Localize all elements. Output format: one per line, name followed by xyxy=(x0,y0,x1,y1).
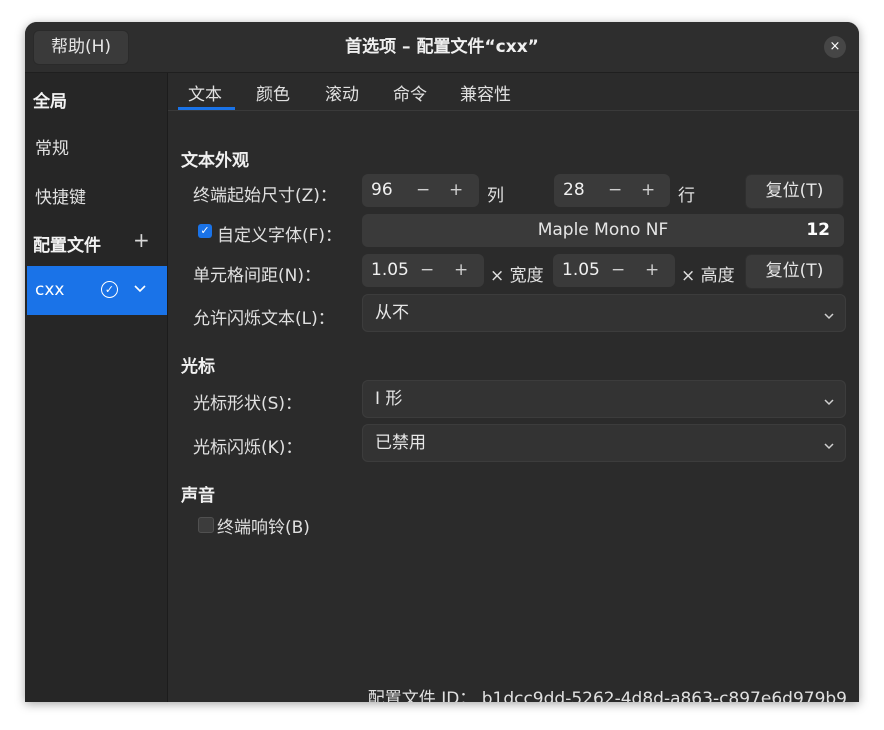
custom-font-checkbox[interactable]: ✓ xyxy=(198,224,212,238)
cell-width-increment-button[interactable]: + xyxy=(454,254,468,287)
blink-text-value: 从不 xyxy=(375,303,409,323)
cursor-shape-label: 光标形状(S)： xyxy=(193,394,303,414)
chevron-down-icon xyxy=(823,307,835,326)
sidebar: 全局 常规 快捷键 配置文件 + cxx ✓ xyxy=(25,73,168,702)
section-title-text-appearance: 文本外观 xyxy=(181,151,249,171)
rows-stepper[interactable]: 28 − + xyxy=(554,174,670,207)
terminal-bell-checkbox[interactable] xyxy=(198,517,214,533)
initial-size-label: 终端起始尺寸(Z)： xyxy=(193,186,337,206)
custom-font-label: 自定义字体(F)： xyxy=(217,226,343,246)
help-button[interactable]: 帮助(H) xyxy=(33,30,129,65)
columns-increment-button[interactable]: + xyxy=(449,174,463,207)
tab-colors[interactable]: 颜色 xyxy=(256,80,290,105)
cell-height-value[interactable]: 1.05 xyxy=(562,254,600,287)
cell-width-value[interactable]: 1.05 xyxy=(371,254,409,287)
chevron-down-icon[interactable] xyxy=(133,280,147,299)
font-chooser-button[interactable]: Maple Mono NF 12 xyxy=(362,214,844,247)
preferences-window: 首选项 – 配置文件“cxx” 帮助(H) × 全局 常规 快捷键 配置文件 +… xyxy=(25,22,859,702)
rows-unit: 行 xyxy=(678,186,695,206)
main-content: 文本 颜色 滚动 命令 兼容性 文本外观 终端起始尺寸(Z)： 96 − + 列… xyxy=(168,73,859,702)
close-icon: × xyxy=(829,39,841,54)
add-profile-button[interactable]: + xyxy=(133,230,150,250)
blink-text-dropdown[interactable]: 从不 xyxy=(362,294,846,332)
rows-decrement-button[interactable]: − xyxy=(608,174,622,207)
cell-height-unit: × 高度 xyxy=(681,266,735,286)
columns-value[interactable]: 96 xyxy=(371,174,393,207)
sidebar-item-profile-cxx[interactable]: cxx ✓ xyxy=(27,266,167,315)
cursor-shape-dropdown[interactable]: I 形 xyxy=(362,380,846,418)
columns-unit: 列 xyxy=(487,186,504,206)
tab-text[interactable]: 文本 xyxy=(188,80,222,105)
cursor-blink-dropdown[interactable]: 已禁用 xyxy=(362,424,846,462)
cursor-blink-label: 光标闪烁(K)： xyxy=(193,438,303,458)
default-check-icon: ✓ xyxy=(101,281,118,298)
terminal-bell-label: 终端响铃(B) xyxy=(217,518,310,538)
cell-height-decrement-button[interactable]: − xyxy=(611,254,625,287)
cell-height-stepper[interactable]: 1.05 − + xyxy=(553,254,675,287)
blink-text-label: 允许闪烁文本(L)： xyxy=(193,309,335,329)
cursor-blink-value: 已禁用 xyxy=(375,433,426,453)
font-name: Maple Mono NF xyxy=(537,220,669,240)
close-button[interactable]: × xyxy=(824,36,846,58)
chevron-down-icon xyxy=(823,437,835,456)
sidebar-header-global: 全局 xyxy=(33,92,67,112)
cursor-shape-value: I 形 xyxy=(375,389,403,409)
columns-decrement-button[interactable]: − xyxy=(416,174,430,207)
tab-command[interactable]: 命令 xyxy=(393,80,427,105)
tab-compatibility[interactable]: 兼容性 xyxy=(460,80,511,105)
sidebar-header-profiles: 配置文件 xyxy=(33,236,101,256)
profile-id: 配置文件 ID： b1dcc9dd-5262-4d8d-a863-c897e6d… xyxy=(367,689,847,702)
rows-value[interactable]: 28 xyxy=(563,174,585,207)
cell-spacing-label: 单元格间距(N)： xyxy=(193,266,321,286)
profile-name: cxx xyxy=(35,280,65,300)
sidebar-item-shortcuts[interactable]: 快捷键 xyxy=(35,183,86,208)
cell-width-stepper[interactable]: 1.05 − + xyxy=(362,254,484,287)
window-title: 首选项 – 配置文件“cxx” xyxy=(345,37,539,57)
tab-scrolling[interactable]: 滚动 xyxy=(325,80,359,105)
reset-size-button[interactable]: 复位(T) xyxy=(745,174,844,209)
titlebar: 首选项 – 配置文件“cxx” 帮助(H) × xyxy=(25,22,859,73)
font-size: 12 xyxy=(806,220,830,240)
sidebar-item-general[interactable]: 常规 xyxy=(35,134,69,159)
cell-width-decrement-button[interactable]: − xyxy=(420,254,434,287)
chevron-down-icon xyxy=(823,393,835,412)
rows-increment-button[interactable]: + xyxy=(641,174,655,207)
section-title-cursor: 光标 xyxy=(181,357,215,377)
active-tab-indicator xyxy=(178,107,235,110)
section-title-sound: 声音 xyxy=(181,486,215,506)
plus-icon: + xyxy=(133,228,150,252)
cell-width-unit: × 宽度 xyxy=(490,266,544,286)
cell-height-increment-button[interactable]: + xyxy=(645,254,659,287)
reset-spacing-button[interactable]: 复位(T) xyxy=(745,254,844,289)
tab-bar: 文本 颜色 滚动 命令 兼容性 xyxy=(168,73,859,111)
columns-stepper[interactable]: 96 − + xyxy=(362,174,479,207)
